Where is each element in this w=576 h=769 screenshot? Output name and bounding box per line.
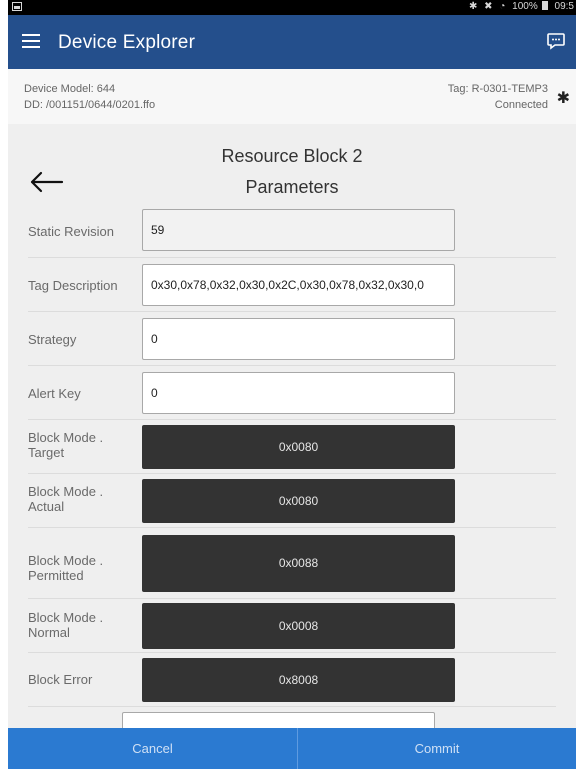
device-dd-path: DD: /001151/0644/0201.ffo bbox=[24, 99, 156, 111]
block-title: Resource Block 2 bbox=[221, 146, 363, 166]
param-label: Alert Key bbox=[28, 386, 81, 401]
app-title: Device Explorer bbox=[58, 32, 196, 53]
block-mode-normal-button[interactable]: 0x0008 bbox=[142, 603, 455, 649]
block-mode-actual-button[interactable]: 0x0080 bbox=[142, 479, 455, 523]
param-row-block-mode-normal: Block Mode . Normal 0x0008 bbox=[28, 599, 556, 653]
param-label: Block Mode . Permitted bbox=[28, 553, 104, 583]
app-bar: Device Explorer bbox=[8, 15, 576, 69]
message-icon[interactable] bbox=[546, 31, 566, 51]
static-revision-field: 59 bbox=[142, 209, 455, 251]
param-row-alert-key: Alert Key 0 bbox=[28, 366, 556, 420]
tag-description-input[interactable]: 0x30,0x78,0x32,0x30,0x2C,0x30,0x78,0x32,… bbox=[142, 264, 455, 306]
app-screen: ✱ ✖ ◔ 100% 09:5 Device Explorer Device M… bbox=[8, 0, 576, 769]
mute-status-icon: ✖ bbox=[484, 1, 493, 12]
param-row-tag-description: Tag Description 0x30,0x78,0x32,0x30,0x2C… bbox=[28, 258, 556, 312]
block-mode-permitted-button[interactable]: 0x0088 bbox=[142, 535, 455, 592]
parameters-view: Resource Block 2 Parameters Static Revis… bbox=[8, 124, 576, 728]
bluetooth-icon: ✱ bbox=[556, 90, 570, 107]
block-error-button[interactable]: 0x8008 bbox=[142, 658, 455, 702]
bluetooth-status-icon: ✱ bbox=[469, 1, 478, 12]
param-row-strategy: Strategy 0 bbox=[28, 312, 556, 366]
param-label: Static Revision bbox=[28, 224, 114, 239]
strategy-input[interactable]: 0 bbox=[142, 318, 455, 360]
wifi-status-icon: ◔ bbox=[499, 1, 506, 12]
param-label: Strategy bbox=[28, 332, 77, 347]
param-label: Block Mode . Normal bbox=[28, 610, 104, 640]
param-label: Block Mode . Target bbox=[28, 430, 104, 460]
param-row-block-mode-permitted: Block Mode . Permitted 0x0088 bbox=[28, 528, 556, 599]
param-row-block-mode-actual: Block Mode . Actual 0x0080 bbox=[28, 474, 556, 528]
param-row-block-mode-target: Block Mode . Target 0x0080 bbox=[28, 420, 556, 474]
connection-status: Connected bbox=[494, 99, 548, 111]
param-label: Block Mode . Actual bbox=[28, 484, 104, 514]
cancel-button[interactable]: Cancel bbox=[8, 728, 298, 769]
commit-button[interactable]: Commit bbox=[298, 728, 576, 769]
param-row-static-revision: Static Revision 59 bbox=[28, 204, 556, 258]
battery-icon bbox=[541, 1, 548, 10]
block-subtitle: Parameters bbox=[245, 177, 339, 197]
status-clock: 09:5 bbox=[554, 1, 574, 12]
status-bar: ✱ ✖ ◔ 100% 09:5 bbox=[8, 0, 576, 15]
param-label: Tag Description bbox=[28, 278, 118, 293]
next-param-input[interactable] bbox=[122, 712, 435, 728]
gallery-notification-icon bbox=[12, 2, 22, 11]
alert-key-input[interactable]: 0 bbox=[142, 372, 455, 414]
block-mode-target-button[interactable]: 0x0080 bbox=[142, 425, 455, 469]
hamburger-menu-icon[interactable] bbox=[22, 34, 40, 48]
battery-percent: 100% bbox=[512, 1, 538, 12]
param-row-block-error: Block Error 0x8008 bbox=[28, 653, 556, 707]
param-label: Block Error bbox=[28, 672, 93, 687]
device-tag: Tag: R-0301-TEMP3 bbox=[447, 83, 548, 95]
bottom-action-bar: Cancel Commit bbox=[8, 728, 576, 769]
device-info-panel: Device Model: 644 DD: /001151/0644/0201.… bbox=[8, 69, 576, 124]
status-indicators: ✱ ✖ ◔ 100% 09:5 bbox=[465, 1, 574, 12]
device-model: Device Model: 644 bbox=[24, 83, 116, 95]
